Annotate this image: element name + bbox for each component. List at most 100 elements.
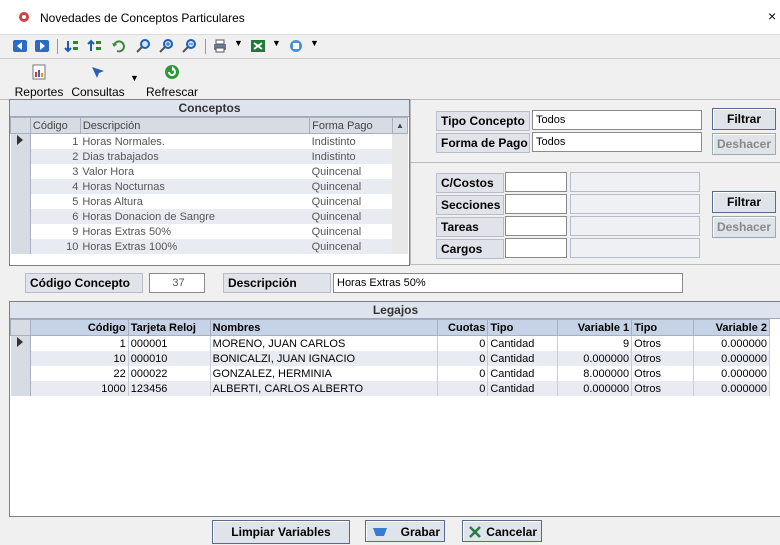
row-indicator[interactable] — [10, 351, 31, 366]
scrollbar-track[interactable] — [392, 164, 408, 179]
tareas-field[interactable] — [505, 216, 567, 236]
forward-icon[interactable] — [34, 38, 50, 54]
cell-cuotas[interactable]: 0 — [437, 381, 489, 396]
grabar-button[interactable]: Grabar — [365, 520, 445, 542]
chevron-down-icon[interactable]: ▼ — [130, 73, 139, 83]
cell-variable-1[interactable]: 8.000000 — [557, 366, 633, 381]
scrollbar-track[interactable] — [392, 179, 408, 194]
undo-icon[interactable] — [111, 38, 127, 54]
back-icon[interactable] — [12, 38, 28, 54]
col-tipo-1[interactable]: Tipo — [487, 319, 559, 336]
cell-variable-2[interactable]: 0.000000 — [693, 381, 770, 396]
col-tipo-2[interactable]: Tipo — [631, 319, 695, 336]
cancelar-button[interactable]: Cancelar — [462, 520, 542, 542]
scrollbar-track[interactable] — [392, 133, 408, 149]
codigo-concepto-field[interactable]: 37 — [149, 273, 205, 293]
cell-tarjeta-reloj[interactable]: 000022 — [128, 366, 211, 381]
chevron-down-icon[interactable]: ▼ — [272, 38, 281, 48]
table-row[interactable]: 2 Dias trabajados Indistinto — [10, 149, 408, 164]
cell-cuotas[interactable]: 0 — [437, 335, 489, 351]
row-indicator[interactable] — [10, 381, 31, 396]
cell-nombre[interactable]: BONICALZI, JUAN IGNACIO — [210, 351, 439, 366]
table-row[interactable]: 1 000001 MORENO, JUAN CARLOS 0 Cantidad 9 Otro… — [10, 335, 770, 351]
cell-variable-1[interactable]: 9 — [557, 335, 633, 351]
table-row[interactable]: 1 Horas Normales. Indistinto — [10, 133, 408, 149]
cell-nombre[interactable]: GONZALEZ, HERMINIA — [210, 366, 439, 381]
sort-desc-icon[interactable] — [87, 38, 103, 54]
table-row[interactable]: 6 Horas Donacion de Sangre Quincenal — [10, 209, 408, 224]
row-indicator[interactable] — [10, 194, 31, 209]
col-cuotas[interactable]: Cuotas — [437, 319, 489, 336]
cell-tarjeta-reloj[interactable]: 000010 — [128, 351, 211, 366]
cell-codigo[interactable]: 22 — [30, 366, 129, 381]
col-variable-1[interactable]: Variable 1 — [557, 319, 633, 336]
reportes-button[interactable]: Reportes — [14, 61, 64, 99]
scrollbar-track[interactable] — [392, 209, 408, 224]
row-indicator[interactable] — [10, 224, 31, 239]
cell-tipo-2[interactable]: Otros — [631, 366, 695, 381]
cell-codigo[interactable]: 1 — [30, 335, 129, 351]
deshacer-button[interactable]: Deshacer — [712, 133, 776, 155]
ccostos-field[interactable] — [505, 172, 567, 192]
row-indicator[interactable] — [10, 335, 31, 351]
row-indicator[interactable] — [10, 179, 31, 194]
table-row[interactable]: 4 Horas Nocturnas Quincenal — [10, 179, 408, 194]
row-indicator[interactable] — [10, 133, 31, 149]
search-icon[interactable] — [135, 38, 151, 54]
chevron-down-icon[interactable]: ▼ — [310, 38, 319, 48]
cell-variable-1[interactable]: 0.000000 — [557, 351, 633, 366]
filtrar-estructura-button[interactable]: Filtrar — [712, 191, 776, 213]
table-row[interactable]: 22 000022 GONZALEZ, HERMINIA 0 Cantidad 8.000… — [10, 366, 770, 381]
row-indicator[interactable] — [10, 149, 31, 164]
table-row[interactable]: 10 000010 BONICALZI, JUAN IGNACIO 0 Cantidad… — [10, 351, 770, 366]
col-tarjeta-reloj[interactable]: Tarjeta Reloj — [127, 319, 211, 336]
cell-cuotas[interactable]: 0 — [437, 366, 489, 381]
cell-tipo-1[interactable]: Cantidad — [487, 381, 559, 396]
cell-nombre[interactable]: MORENO, JUAN CARLOS — [210, 335, 439, 351]
table-row[interactable]: 3 Valor Hora Quincenal — [10, 164, 408, 179]
scrollbar-track[interactable] — [392, 239, 408, 254]
col-descripcion[interactable]: Descripción — [79, 117, 311, 134]
cell-tarjeta-reloj[interactable]: 000001 — [128, 335, 211, 351]
export-icon[interactable] — [288, 38, 304, 54]
consultas-button[interactable]: Consultas — [70, 61, 126, 99]
cell-variable-1[interactable]: 0.000000 — [557, 381, 633, 396]
row-indicator[interactable] — [10, 209, 31, 224]
scrollbar-track[interactable] — [392, 194, 408, 209]
zoom-out-icon[interactable] — [181, 38, 197, 54]
cell-tarjeta-reloj[interactable]: 123456 — [128, 381, 211, 396]
col-variable-2[interactable]: Variable 2 — [693, 319, 770, 336]
filtrar-button[interactable]: Filtrar — [712, 108, 776, 130]
tipo-concepto-field[interactable]: Todos — [532, 110, 702, 130]
excel-icon[interactable] — [250, 38, 266, 54]
row-indicator[interactable] — [10, 366, 31, 381]
zoom-in-icon[interactable] — [158, 38, 174, 54]
cell-tipo-1[interactable]: Cantidad — [487, 366, 559, 381]
cell-tipo-2[interactable]: Otros — [631, 351, 695, 366]
table-row[interactable]: 9 Horas Extras 50% Quincenal — [10, 224, 408, 239]
col-nombres[interactable]: Nombres — [209, 319, 439, 336]
table-row[interactable]: 1000 123456 ALBERTI, CARLOS ALBERTO 0 Cantid… — [10, 381, 770, 396]
cell-codigo[interactable]: 10 — [30, 351, 129, 366]
cell-tipo-1[interactable]: Cantidad — [487, 335, 559, 351]
table-row[interactable]: 10 Horas Extras 100% Quincenal — [10, 239, 408, 254]
cargos-field[interactable] — [505, 238, 567, 258]
col-codigo[interactable]: Código — [29, 117, 81, 134]
cell-tipo-2[interactable]: Otros — [631, 335, 695, 351]
cell-tipo-2[interactable]: Otros — [631, 381, 695, 396]
chevron-down-icon[interactable]: ▼ — [234, 38, 243, 48]
cell-nombre[interactable]: ALBERTI, CARLOS ALBERTO — [210, 381, 439, 396]
close-icon[interactable]: × — [768, 8, 776, 24]
scroll-up-icon[interactable]: ▲ — [391, 117, 409, 134]
col-forma-pago[interactable]: Forma Pago — [309, 117, 393, 134]
cell-variable-2[interactable]: 0.000000 — [693, 366, 770, 381]
scrollbar-track[interactable] — [392, 149, 408, 164]
row-indicator[interactable] — [10, 239, 31, 254]
cell-variable-2[interactable]: 0.000000 — [693, 335, 770, 351]
forma-pago-field[interactable]: Todos — [532, 132, 702, 152]
sort-asc-icon[interactable] — [64, 38, 80, 54]
cell-codigo[interactable]: 1000 — [30, 381, 129, 396]
deshacer-estructura-button[interactable]: Deshacer — [712, 216, 776, 238]
cell-variable-2[interactable]: 0.000000 — [693, 351, 770, 366]
descripcion-concepto-field[interactable]: Horas Extras 50% — [333, 273, 683, 293]
